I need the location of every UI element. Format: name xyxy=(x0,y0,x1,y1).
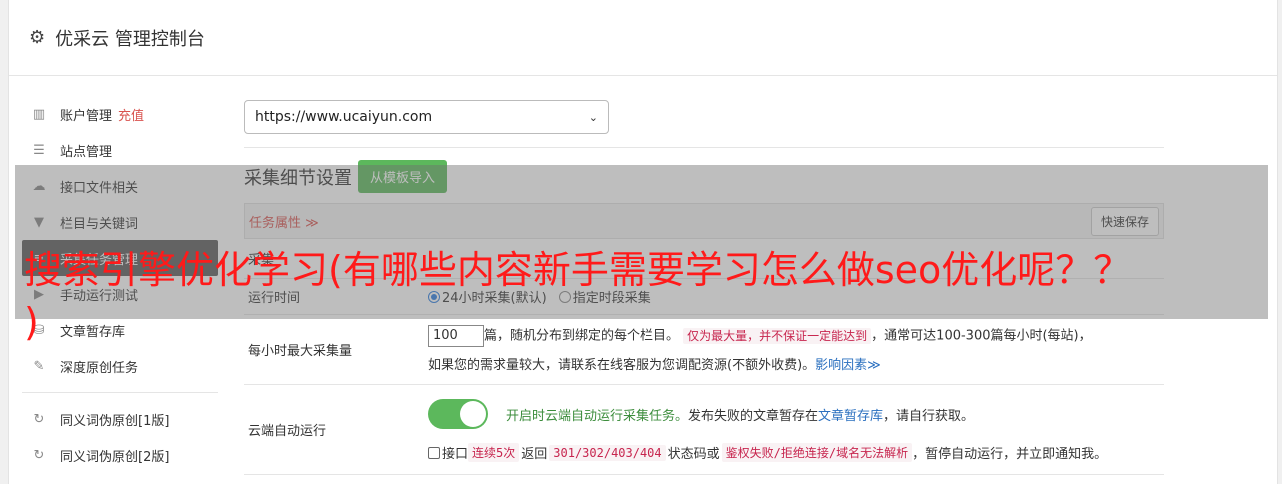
cloud-text: ，暂停自动运行，并立即通知我。 xyxy=(912,447,1108,462)
sidebar-item-sites[interactable]: ☰ 站点管理 xyxy=(22,132,218,168)
max-text: 如果您的需求量较大，请联系在线客服为您调配资源(不额外收费)。 xyxy=(428,358,816,373)
page-title: 优采云 管理控制台 xyxy=(55,28,205,50)
cloud-code: 301/302/403/404 xyxy=(549,444,666,461)
refresh-icon: ↻ xyxy=(33,447,45,463)
edit-icon: ✎ xyxy=(33,358,45,374)
sidebar-item-synonym-v1[interactable]: ↻ 同义词伪原创[1版] xyxy=(22,401,218,437)
cloud-text: 发布失败的文章暂存在 xyxy=(688,408,819,424)
site-select-value: https://www.ucaiyun.com xyxy=(255,109,433,125)
sidebar-item-label: 同义词伪原创[2版] xyxy=(60,449,170,465)
sidebar-item-label: 同义词伪原创[1版] xyxy=(60,413,170,429)
cloud-auto-run-toggle[interactable] xyxy=(428,399,488,429)
cloud-auto-run-value: 开启时云端自动运行采集任务。 发布失败的文章暂存在 文章暂存库 ，请自行获取。 … xyxy=(428,385,1164,474)
cloud-code: 连续5次 xyxy=(468,443,520,462)
sidebar-item-deep-original[interactable]: ✎ 深度原创任务 xyxy=(22,348,218,384)
overlay-headline: 搜索引擎优化学习(有哪些内容新手需要学习怎么做seo优化呢？？ ) xyxy=(24,244,1274,348)
overlay-line: ) xyxy=(24,300,39,344)
sidebar-item-account[interactable]: ▥ 账户管理 充值 xyxy=(22,96,218,132)
overlay-line: 搜索引擎优化学习(有哪些内容新手需要学习怎么做seo优化呢？？ xyxy=(24,248,1132,292)
cloud-text: 返回 xyxy=(521,447,548,462)
server-icon: ☰ xyxy=(33,142,45,158)
cloud-auto-run-label: 云端自动运行 xyxy=(248,424,327,439)
refresh-icon: ↻ xyxy=(33,411,45,427)
page-header: ⚙ 优采云 管理控制台 xyxy=(9,0,1277,76)
chevron-down-icon: ⌄ xyxy=(588,110,598,124)
cloud-code: 鉴权失败/拒绝连接/域名无法解析 xyxy=(721,443,913,462)
cloud-auto-run-row: 云端自动运行 开启时云端自动运行采集任务。 发布失败的文章暂存在 文章暂存库 ，… xyxy=(244,385,1164,475)
cloud-text: 接口 xyxy=(442,447,469,462)
recharge-link[interactable]: 充值 xyxy=(118,105,144,124)
sidebar-item-label: 账户管理 xyxy=(60,108,113,124)
sidebar-item-synonym-v2[interactable]: ↻ 同义词伪原创[2版] xyxy=(22,437,218,473)
site-select[interactable]: https://www.ucaiyun.com ⌄ xyxy=(244,100,609,134)
cloud-text: 状态码或 xyxy=(667,447,720,462)
cloud-status-text: 开启时云端自动运行采集任务。 xyxy=(506,408,689,424)
sidebar-item-label: 站点管理 xyxy=(60,144,113,160)
bar-chart-icon: ▥ xyxy=(32,106,46,122)
cloud-text: ，请自行获取。 xyxy=(883,408,975,424)
sidebar-divider xyxy=(22,392,218,393)
article-store-link[interactable]: 文章暂存库 xyxy=(818,405,883,424)
influence-factors-link[interactable]: 影响因素≫ xyxy=(815,358,881,373)
sidebar-item-label: 深度原创任务 xyxy=(60,360,139,376)
gear-icon: ⚙ xyxy=(29,27,46,48)
pause-on-error-checkbox[interactable] xyxy=(428,446,440,459)
divider xyxy=(244,147,1164,148)
